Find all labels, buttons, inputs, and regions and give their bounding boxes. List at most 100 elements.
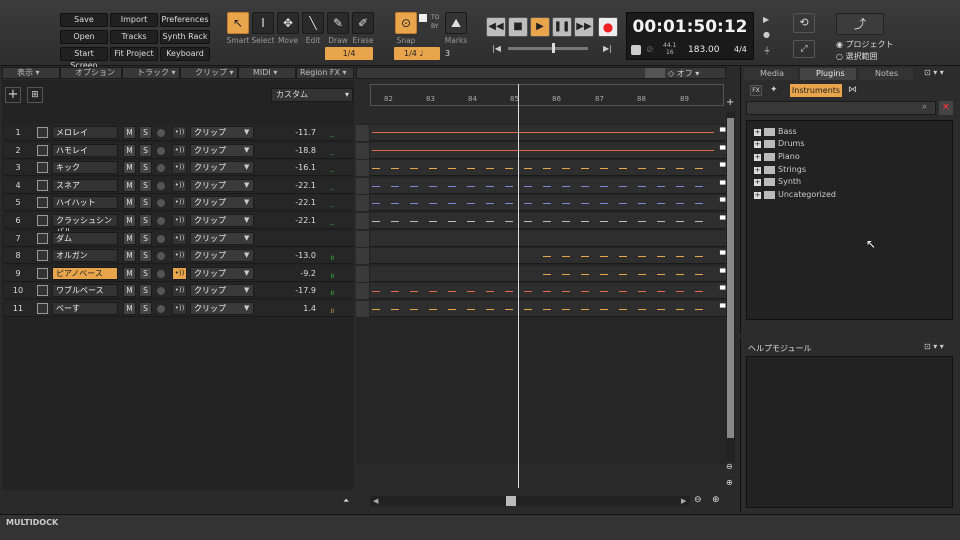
lane-handle[interactable] bbox=[356, 125, 370, 141]
grid-icon[interactable] bbox=[645, 68, 665, 78]
solo-button[interactable]: S bbox=[139, 214, 152, 227]
clip-lane[interactable] bbox=[356, 230, 726, 247]
mute-button[interactable]: M bbox=[123, 214, 136, 227]
track-name[interactable]: ベーす bbox=[52, 302, 118, 315]
track-instrument-icon[interactable] bbox=[37, 162, 48, 174]
clip-lane[interactable]: ▀ bbox=[356, 142, 726, 159]
clip-end-marker[interactable]: ▀ bbox=[720, 251, 725, 259]
solo-button[interactable]: S bbox=[139, 231, 152, 245]
solo-button[interactable]: S bbox=[139, 249, 152, 263]
lane-handle[interactable] bbox=[356, 195, 370, 212]
track-instrument-icon[interactable] bbox=[37, 267, 48, 279]
track-name[interactable]: ダム bbox=[52, 231, 118, 245]
track-name[interactable]: オルガン bbox=[52, 249, 118, 263]
fx-filter-icon[interactable]: FX bbox=[750, 85, 762, 96]
horizontal-scrollbar[interactable] bbox=[370, 496, 690, 506]
track-name[interactable]: スネア bbox=[52, 178, 118, 192]
track-row[interactable]: 9 ピアノベース M S •)) クリップ ▼ -9.2 ॥ bbox=[4, 265, 354, 282]
track-name[interactable]: ワブルベース bbox=[52, 284, 118, 298]
preferences-button[interactable]: Preferences bbox=[160, 13, 210, 27]
snap-value-select[interactable]: 1/4 ♩ bbox=[394, 47, 440, 60]
lane-handle[interactable] bbox=[356, 283, 370, 300]
category-strings[interactable]: + Strings bbox=[754, 165, 806, 174]
track-instrument-icon[interactable] bbox=[37, 127, 48, 138]
track-volume[interactable]: -17.9 bbox=[264, 286, 316, 295]
clip-lane[interactable]: ▀ bbox=[356, 125, 726, 141]
playhead[interactable] bbox=[518, 84, 519, 488]
scope-project-radio[interactable]: ◉ プロジェクト bbox=[836, 39, 894, 50]
tempo-readout[interactable]: 183.00 bbox=[688, 45, 720, 55]
lane-handle[interactable] bbox=[356, 160, 370, 177]
solo-button[interactable]: S bbox=[139, 302, 152, 315]
erase-tool-icon[interactable]: ✐ bbox=[352, 12, 374, 34]
monitor-icon[interactable]: •)) bbox=[172, 249, 187, 263]
start-screen-button[interactable]: Start Screen bbox=[60, 47, 108, 70]
record-arm-button[interactable] bbox=[157, 181, 165, 190]
move-tool-icon[interactable]: ✥ bbox=[277, 12, 299, 34]
zoom-in-icon[interactable]: ⊕ bbox=[712, 495, 720, 505]
lane-handle[interactable] bbox=[356, 230, 370, 247]
lane-handle[interactable] bbox=[356, 265, 370, 282]
plugin-search-input[interactable] bbox=[746, 101, 936, 115]
draw-tool-icon[interactable]: ✎ bbox=[327, 12, 349, 34]
solo-button[interactable]: S bbox=[139, 126, 152, 139]
menu-region-fx[interactable]: Region FX ▾ bbox=[296, 67, 354, 79]
tracks-button[interactable]: Tracks bbox=[110, 30, 158, 44]
clip-end-marker[interactable]: ▀ bbox=[720, 304, 725, 312]
record-arm-button[interactable] bbox=[157, 129, 165, 137]
track-instrument-icon[interactable] bbox=[37, 285, 48, 297]
track-row[interactable]: 4 スネア M S •)) クリップ ▼ -22.1 ‥ bbox=[4, 177, 354, 194]
custom-select[interactable]: カスタム ▾ bbox=[271, 88, 353, 102]
monitor-icon[interactable]: •)) bbox=[172, 161, 187, 175]
record-arm-button[interactable] bbox=[157, 217, 165, 225]
track-volume[interactable]: -11.7 bbox=[264, 128, 316, 137]
marks-icon[interactable]: ⛰ bbox=[445, 12, 467, 34]
chevron-down-icon[interactable]: ▼ bbox=[244, 251, 249, 259]
go-end-icon[interactable]: ▶| bbox=[603, 44, 612, 53]
monitor-icon[interactable]: •)) bbox=[172, 214, 187, 227]
track-name[interactable]: クラッシュシンバル bbox=[52, 214, 118, 236]
track-row[interactable]: 3 キック M S •)) クリップ ▼ -16.1 ‥ bbox=[4, 160, 354, 177]
fit-project-button[interactable]: Fit Project bbox=[110, 47, 158, 61]
multidock-bar[interactable] bbox=[0, 514, 960, 540]
clip-end-marker[interactable]: ▀ bbox=[720, 128, 725, 136]
monitor-icon[interactable]: •)) bbox=[172, 302, 187, 315]
monitor-icon[interactable]: •)) bbox=[172, 126, 187, 139]
select-tool-icon[interactable]: I bbox=[252, 12, 274, 34]
open-button[interactable]: Open bbox=[60, 30, 108, 44]
menu-track[interactable]: トラック ▾ bbox=[122, 67, 180, 79]
ruler-add-icon[interactable]: + bbox=[726, 97, 734, 108]
category-drums[interactable]: + Drums bbox=[754, 139, 804, 148]
scope-selection-radio[interactable]: ○ 選択範囲 bbox=[836, 51, 878, 62]
record-arm-button[interactable] bbox=[157, 164, 165, 173]
solo-button[interactable]: S bbox=[139, 284, 152, 298]
play-button[interactable]: ▶ bbox=[530, 17, 550, 37]
expand-icon[interactable]: + bbox=[754, 129, 761, 136]
track-volume[interactable]: -18.8 bbox=[264, 146, 316, 155]
snap-to-checkbox[interactable] bbox=[419, 14, 427, 22]
record-arm-button[interactable] bbox=[157, 287, 165, 296]
chevron-down-icon[interactable]: ▼ bbox=[244, 181, 249, 189]
chevron-down-icon[interactable]: ▼ bbox=[244, 216, 249, 224]
media-tab[interactable]: Media bbox=[744, 68, 798, 80]
expand-icon[interactable]: + bbox=[754, 192, 761, 199]
track-row[interactable]: 5 ハイハット M S •)) クリップ ▼ -22.1 ‥ bbox=[4, 195, 354, 212]
mute-button[interactable]: M bbox=[123, 196, 136, 210]
pause-button[interactable]: ❚❚ bbox=[552, 17, 572, 37]
mute-button[interactable]: M bbox=[123, 161, 136, 175]
add-folder-icon[interactable]: ⊞ bbox=[27, 87, 43, 103]
category-uncategorized[interactable]: + Uncategorized bbox=[754, 190, 836, 199]
search-icon[interactable]: ⌕ bbox=[922, 102, 927, 112]
chevron-down-icon[interactable]: ▼ bbox=[244, 286, 249, 294]
track-name[interactable]: ハモレイ bbox=[52, 143, 118, 157]
monitor-icon[interactable]: •)) bbox=[172, 196, 187, 210]
loop-icon[interactable] bbox=[631, 45, 641, 55]
record-small-icon[interactable]: ● bbox=[763, 30, 770, 39]
record-arm-button[interactable] bbox=[157, 234, 165, 243]
timeline-ruler[interactable] bbox=[370, 84, 724, 106]
track-instrument-icon[interactable] bbox=[37, 232, 48, 244]
track-instrument-icon[interactable] bbox=[37, 179, 48, 191]
scroll-right-icon[interactable]: ▶ bbox=[681, 497, 686, 505]
go-start-icon[interactable]: |◀ bbox=[492, 44, 501, 53]
chevron-down-icon[interactable]: ▼ bbox=[244, 128, 249, 136]
